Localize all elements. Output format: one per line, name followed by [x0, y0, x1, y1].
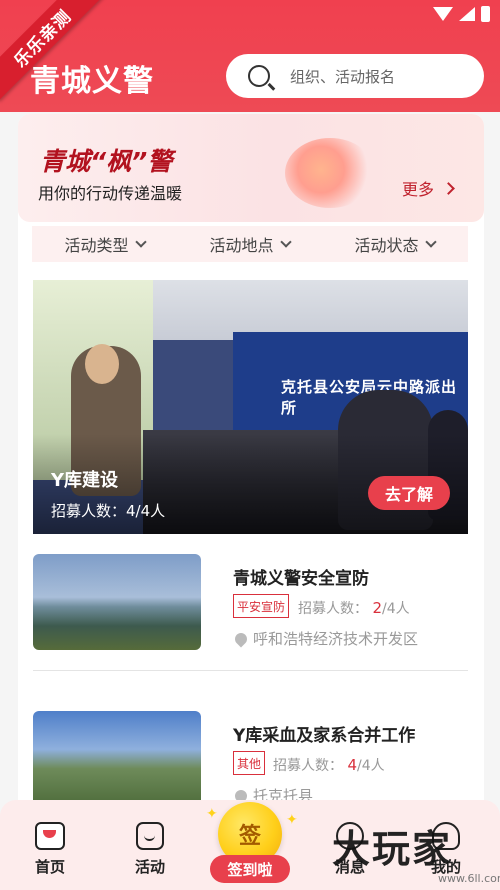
recruit-label: 招募人数：	[298, 601, 368, 617]
activity-thumbnail	[33, 711, 201, 807]
chevron-right-icon	[442, 181, 455, 195]
nav-home[interactable]: 首页	[20, 822, 80, 877]
filter-activity-type[interactable]: 活动类型	[32, 232, 177, 256]
nav-activity[interactable]: 活动	[120, 822, 180, 877]
filter-label: 活动状态	[354, 236, 419, 255]
signal-icon	[459, 7, 475, 21]
recruit-current: 2	[372, 599, 382, 617]
nav-activity-label: 活动	[134, 858, 165, 876]
filter-activity-location[interactable]: 活动地点	[177, 232, 322, 256]
banner-subtitle: 用你的行动传递温暖	[38, 184, 183, 203]
activity-tag: 其他	[233, 751, 266, 775]
home-icon	[35, 822, 65, 850]
filter-label: 活动地点	[209, 236, 274, 255]
feature-title: Y库建设	[51, 470, 119, 491]
sparkle-icon: ✦	[206, 806, 218, 822]
watermark: 大玩家	[332, 827, 453, 871]
activity-title: Y库采血及家系合并工作	[233, 726, 416, 746]
activity-recruit: 招募人数： 2/4人	[298, 598, 410, 618]
wifi-icon	[433, 7, 453, 21]
heart-icon	[285, 138, 375, 208]
learn-more-button[interactable]: 去了解	[368, 476, 450, 510]
nav-home-label: 首页	[34, 858, 65, 876]
chevron-down-icon	[279, 236, 292, 248]
banner-title: 青城“枫”警	[40, 147, 173, 176]
status-bar	[433, 6, 490, 22]
activity-tag: 平安宣防	[233, 594, 290, 618]
search-placeholder: 组织、活动报名	[290, 67, 396, 86]
recruit-total: /4人	[382, 601, 410, 617]
activity-recruit: 招募人数： 4/4人	[273, 755, 385, 775]
activity-thumbnail	[33, 554, 201, 650]
feature-recruit: 招募人数：4/4人	[51, 502, 166, 520]
divider	[33, 670, 468, 671]
activity-location: 呼和浩特经济技术开发区	[232, 628, 419, 649]
filter-activity-status[interactable]: 活动状态	[322, 232, 467, 256]
location-text: 呼和浩特经济技术开发区	[253, 630, 419, 648]
location-pin-icon	[232, 630, 250, 647]
chevron-down-icon	[134, 236, 147, 248]
more-label: 更多	[402, 180, 435, 199]
sign-in-button[interactable]: 签到啦	[210, 855, 290, 883]
watermark-url: www.6ll.com	[438, 872, 500, 885]
filter-label: 活动类型	[64, 236, 129, 255]
search-input[interactable]: 组织、活动报名	[226, 54, 484, 98]
sparkle-icon: ✦	[286, 812, 298, 828]
more-link[interactable]: 更多	[402, 176, 455, 200]
recruit-label: 招募人数：	[273, 758, 343, 774]
app-title: 青城义警	[30, 64, 154, 99]
recruit-current: 4	[347, 756, 357, 774]
filter-bar: 活动类型 活动地点 活动状态	[32, 226, 468, 262]
activity-icon	[136, 822, 164, 850]
activity-title: 青城义警安全宣防	[233, 569, 369, 589]
chevron-down-icon	[424, 236, 437, 248]
recruit-total: /4人	[357, 758, 385, 774]
photo-person-head	[85, 344, 119, 384]
search-icon	[248, 65, 270, 87]
battery-icon	[481, 6, 490, 22]
list-item[interactable]: 青城义警安全宣防 平安宣防 招募人数： 2/4人 呼和浩特经济技术开发区	[33, 554, 468, 674]
feature-card[interactable]: 克托县公安局云中路派出所 Y库建设 招募人数：4/4人 去了解	[33, 280, 468, 534]
